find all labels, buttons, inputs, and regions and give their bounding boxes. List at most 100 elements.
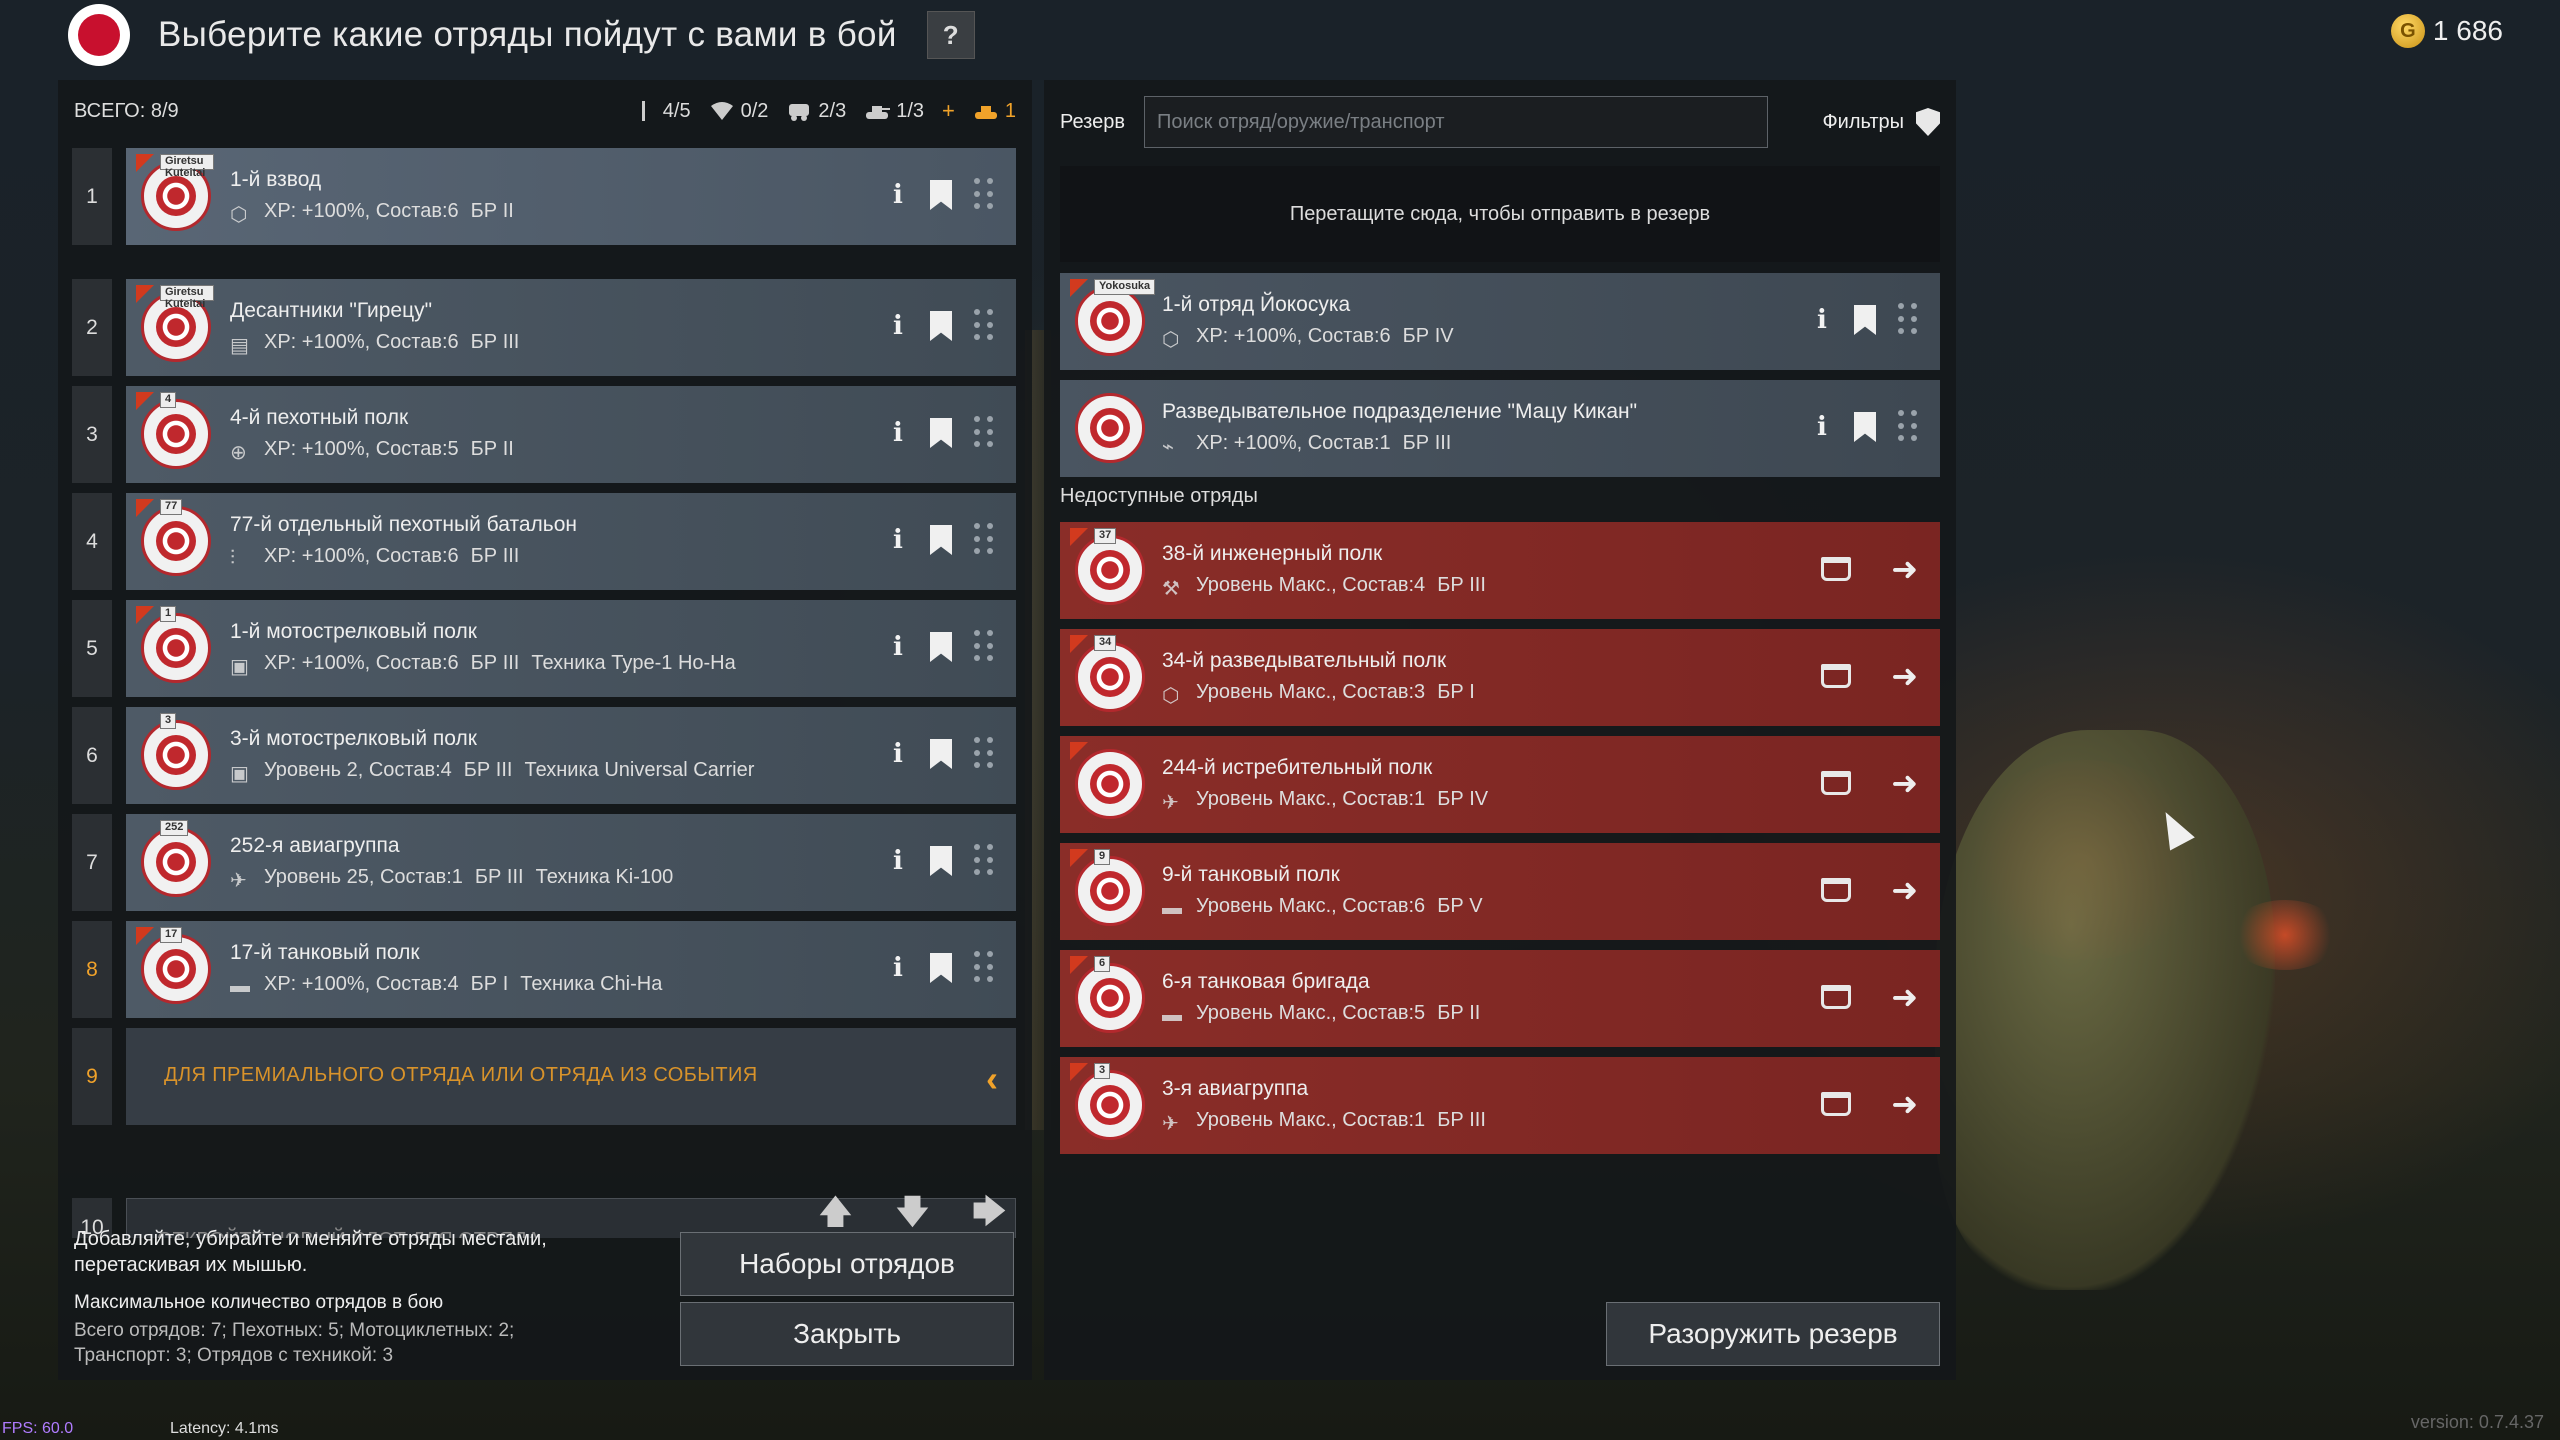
squad-card[interactable]: 9 9-й танковый полк ▬ Уровень Макс., Сост… xyxy=(1060,843,1940,940)
help-button[interactable]: ? xyxy=(926,11,975,59)
drag-handle-icon[interactable] xyxy=(974,523,996,557)
drag-handle-icon[interactable] xyxy=(974,844,996,878)
drag-handle-icon[interactable] xyxy=(974,951,996,985)
squad-slot-2[interactable]: 2 Giretsu Kuteitai Десантники "Гирецу" ▤… xyxy=(72,279,1016,376)
info-icon[interactable]: i xyxy=(888,309,908,343)
info-icon[interactable]: i xyxy=(888,523,908,557)
bookmark-icon[interactable] xyxy=(930,180,952,210)
arrow-right-icon[interactable]: ➜ xyxy=(1891,660,1918,692)
shop-basket-icon[interactable] xyxy=(1821,664,1852,688)
shop-basket-icon[interactable] xyxy=(1821,557,1852,581)
paratrooper-icon xyxy=(710,102,733,120)
unavailable-squad[interactable]: 244-й истребительный полк ✈ Уровень Макс.… xyxy=(1060,736,1940,833)
squad-card[interactable]: 1 1-й мотострелковый полк ▣ XP: +100%, Со… xyxy=(126,600,1016,697)
drag-handle-icon[interactable] xyxy=(974,416,996,450)
squad-name: 1-й мотострелковый полк xyxy=(230,620,477,643)
disarm-reserve-button[interactable]: Разоружить резерв xyxy=(1606,1302,1940,1366)
bookmark-icon[interactable] xyxy=(1854,305,1876,335)
info-icon[interactable]: i xyxy=(888,416,908,450)
squad-card[interactable]: 3 3-я авиагруппа ✈ Уровень Макс., Состав:… xyxy=(1060,1057,1940,1154)
squad-card[interactable]: 37 38-й инженерный полк ⚒ Уровень Макс., … xyxy=(1060,522,1940,619)
unavailable-squad[interactable]: 9 9-й танковый полк ▬ Уровень Макс., Сост… xyxy=(1060,843,1940,940)
squad-slot-6[interactable]: 6 3 3-й мотострелковый полк ▣ Уровень 2, … xyxy=(72,707,1016,804)
squad-card[interactable]: 77 77-й отдельный пехотный батальон ⫶ XP:… xyxy=(126,493,1016,590)
squad-emblem-icon: 1 xyxy=(136,606,214,688)
arrow-right-icon[interactable]: ➜ xyxy=(1891,553,1918,585)
search-field[interactable] xyxy=(1144,96,1768,148)
unavailable-squad[interactable]: 34 34-й разведывательный полк ⬡ Уровень М… xyxy=(1060,629,1940,726)
unavailable-squad[interactable]: 37 38-й инженерный полк ⚒ Уровень Макс., … xyxy=(1060,522,1940,619)
emblem-tag: 3 xyxy=(1094,1063,1111,1079)
bookmark-icon[interactable] xyxy=(930,846,952,876)
bookmark-icon[interactable] xyxy=(930,525,952,555)
chevron-left-icon[interactable]: ‹ xyxy=(986,1058,998,1100)
info-icon[interactable]: i xyxy=(888,844,908,878)
premium-slot[interactable]: 9 ДЛЯ ПРЕМИАЛЬНОГО ОТРЯДА ИЛИ ОТРЯДА ИЗ … xyxy=(72,1028,1016,1125)
squad-card[interactable]: Giretsu Kuteitai 1-й взвод ⬡ XP: +100%, С… xyxy=(126,148,1016,245)
info-icon[interactable]: i xyxy=(1812,303,1832,337)
drag-handle-icon[interactable] xyxy=(974,630,996,664)
squad-card[interactable]: 4 4-й пехотный полк ⊕ XP: +100%, Состав:5… xyxy=(126,386,1016,483)
shop-basket-icon[interactable] xyxy=(1821,878,1852,902)
squad-slot-4[interactable]: 4 77 77-й отдельный пехотный батальон ⫶ X… xyxy=(72,493,1016,590)
squad-card[interactable]: 252 252-я авиагруппа ✈ Уровень 25, Состав… xyxy=(126,814,1016,911)
squad-card[interactable]: Разведывательное подразделение "Мацу Кик… xyxy=(1060,380,1940,477)
squad-meta: ⊕ XP: +100%, Состав:5 БР II xyxy=(230,438,514,464)
squad-card[interactable]: Yokosuka 1-й отряд Йокосука ⬡ XP: +100%, … xyxy=(1060,273,1940,370)
close-button[interactable]: Закрыть xyxy=(680,1302,1014,1366)
info-icon[interactable]: i xyxy=(1812,410,1832,444)
bookmark-icon[interactable] xyxy=(930,632,952,662)
squad-slot-1[interactable]: 1 Giretsu Kuteitai 1-й взвод ⬡ XP: +100%,… xyxy=(72,148,1016,245)
squad-meta: ▬ XP: +100%, Состав:4 БР I Техника Chi-Ha xyxy=(230,973,662,997)
drag-handle-icon[interactable] xyxy=(1898,410,1920,444)
infantry-icon xyxy=(641,101,645,121)
search-input[interactable] xyxy=(1157,110,1755,134)
arrow-right-icon[interactable]: ➜ xyxy=(1891,767,1918,799)
drag-handle-icon[interactable] xyxy=(1898,303,1920,337)
squad-emblem-icon: Giretsu Kuteitai xyxy=(136,154,214,236)
bookmark-icon[interactable] xyxy=(930,739,952,769)
bookmark-icon[interactable] xyxy=(930,418,952,448)
info-icon[interactable]: i xyxy=(888,178,908,212)
squad-card[interactable]: 34 34-й разведывательный полк ⬡ Уровень М… xyxy=(1060,629,1940,726)
stat-value: 1/3 xyxy=(896,99,925,122)
squad-br: БР III xyxy=(1402,432,1452,454)
squad-slot-5[interactable]: 5 1 1-й мотострелковый полк ▣ XP: +100%, … xyxy=(72,600,1016,697)
drag-handle-icon[interactable] xyxy=(974,178,996,212)
shop-basket-icon[interactable] xyxy=(1821,985,1852,1009)
shop-basket-icon[interactable] xyxy=(1821,771,1852,795)
drag-handle-icon[interactable] xyxy=(974,309,996,343)
squad-slot-8[interactable]: 8 17 17-й танковый полк ▬ XP: +100%, Сост… xyxy=(72,921,1016,1018)
filters-button[interactable]: Фильтры xyxy=(1822,108,1940,136)
nation-flag-icon xyxy=(68,4,130,66)
squad-sets-button[interactable]: Наборы отрядов xyxy=(680,1232,1014,1296)
premium-slot-card[interactable]: ДЛЯ ПРЕМИАЛЬНОГО ОТРЯДА ИЛИ ОТРЯДА ИЗ СО… xyxy=(126,1028,1016,1125)
squad-card[interactable]: 3 3-й мотострелковый полк ▣ Уровень 2, Со… xyxy=(126,707,1016,804)
arrow-right-icon[interactable]: ➜ xyxy=(1891,1088,1918,1120)
bookmark-icon[interactable] xyxy=(1854,412,1876,442)
squad-card[interactable]: Giretsu Kuteitai Десантники "Гирецу" ▤ XP… xyxy=(126,279,1016,376)
squad-meta: ⌁ XP: +100%, Состав:1 БР III xyxy=(1162,432,1452,458)
unavailable-squad[interactable]: 6 6-я танковая бригада ▬ Уровень Макс., С… xyxy=(1060,950,1940,1047)
unavailable-squad[interactable]: 3 3-я авиагруппа ✈ Уровень Макс., Состав:… xyxy=(1060,1057,1940,1154)
background-fire xyxy=(2230,900,2340,970)
squad-slot-7[interactable]: 7 252 252-я авиагруппа ✈ Уровень 25, Сост… xyxy=(72,814,1016,911)
squad-card[interactable]: 17 17-й танковый полк ▬ XP: +100%, Состав… xyxy=(126,921,1016,1018)
bookmark-icon[interactable] xyxy=(930,311,952,341)
shop-basket-icon[interactable] xyxy=(1821,1092,1852,1116)
squad-br: БР III xyxy=(1437,1109,1486,1131)
info-icon[interactable]: i xyxy=(888,737,908,771)
squad-slot-3[interactable]: 3 4 4-й пехотный полк ⊕ XP: +100%, Состав… xyxy=(72,386,1016,483)
squad-card[interactable]: 244-й истребительный полк ✈ Уровень Макс.… xyxy=(1060,736,1940,833)
reserve-squad[interactable]: Разведывательное подразделение "Мацу Кик… xyxy=(1060,380,1940,477)
bookmark-icon[interactable] xyxy=(930,953,952,983)
squad-stats: Уровень Макс., Состав:3 xyxy=(1196,681,1426,703)
arrow-right-icon[interactable]: ➜ xyxy=(1891,981,1918,1013)
drag-handle-icon[interactable] xyxy=(974,737,996,771)
info-icon[interactable]: i xyxy=(888,951,908,985)
info-icon[interactable]: i xyxy=(888,630,908,664)
arrow-right-icon[interactable]: ➜ xyxy=(1891,874,1918,906)
reserve-drop-zone[interactable]: Перетащите сюда, чтобы отправить в резер… xyxy=(1060,166,1940,262)
squad-card[interactable]: 6 6-я танковая бригада ▬ Уровень Макс., С… xyxy=(1060,950,1940,1047)
reserve-squad[interactable]: Yokosuka 1-й отряд Йокосука ⬡ XP: +100%, … xyxy=(1060,273,1940,370)
